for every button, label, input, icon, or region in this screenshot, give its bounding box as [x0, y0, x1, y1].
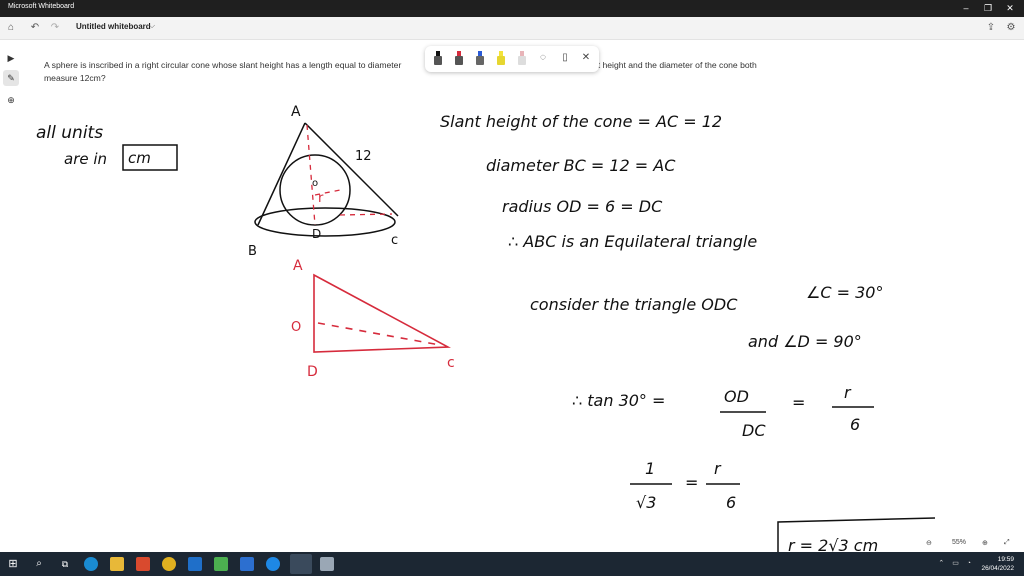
- browser-icon[interactable]: [266, 557, 280, 571]
- solution-line5b: ∠C = 30°: [806, 283, 883, 302]
- clock[interactable]: 19:59 26/04/2022: [981, 555, 1014, 573]
- equals-2: =: [685, 473, 698, 492]
- red-pen-icon[interactable]: [454, 51, 464, 67]
- search-icon[interactable]: ⌕: [32, 557, 46, 571]
- office-icon[interactable]: [136, 557, 150, 571]
- solution-line6: and ∠D = 90°: [748, 332, 862, 351]
- taskbar: ⊞ ⌕ ⧉ ⌃ ▭ ◔ 19:59 26/04/2022: [0, 552, 1024, 576]
- edge-icon[interactable]: [84, 557, 98, 571]
- store-icon[interactable]: [240, 557, 254, 571]
- frac2-numerator: r: [714, 459, 722, 478]
- solution-line4: ∴ ABC is an Equilateral triangle: [508, 232, 757, 251]
- fraction-bars: [630, 406, 936, 552]
- cone-red-lines: [306, 124, 393, 226]
- label-r: r: [318, 191, 324, 206]
- blue-pen-icon[interactable]: [475, 51, 485, 67]
- solution-line5a: consider the triangle ODC: [530, 295, 738, 314]
- fit-screen-icon[interactable]: ⤢: [1004, 539, 1010, 547]
- equals-1: =: [792, 393, 805, 412]
- cone-sides: [257, 122, 399, 226]
- lasso-icon[interactable]: ◌: [537, 52, 549, 63]
- tan-lhs: ∴ tan 30° =: [572, 391, 665, 410]
- units-box-text: cm: [128, 149, 151, 167]
- tan-numerator: OD: [724, 387, 749, 406]
- solution-line1: Slant height of the cone = AC = 12: [440, 112, 722, 131]
- red-label-o: O: [291, 320, 301, 335]
- clock-date: 26/04/2022: [981, 565, 1014, 572]
- zoom-in-icon[interactable]: ⊕: [982, 539, 988, 547]
- highlighter-icon[interactable]: [496, 51, 506, 67]
- solution-line2: diameter BC = 12 = AC: [486, 156, 676, 175]
- red-label-c: c: [447, 355, 455, 371]
- ruler-icon[interactable]: ▯: [559, 52, 571, 63]
- chrome-icon[interactable]: [162, 557, 176, 571]
- label-d: D: [312, 227, 321, 241]
- red-label-d: D: [307, 364, 318, 380]
- snip-icon[interactable]: [320, 557, 334, 571]
- zoom-bar: ⊖ 55% ⊕ ⤢: [920, 536, 1020, 552]
- inscribed-sphere: [279, 154, 351, 226]
- zoom-level: 55%: [952, 539, 967, 546]
- units-line2: are in: [64, 150, 107, 168]
- red-label-a: A: [293, 258, 303, 274]
- r-numerator: r: [844, 383, 852, 402]
- app-icon[interactable]: [214, 557, 228, 571]
- eraser-icon[interactable]: [517, 51, 527, 67]
- label-c: c: [391, 233, 398, 248]
- r-denominator: 6: [850, 415, 860, 434]
- ink-canvas[interactable]: all units are in cm A 12 o r B D c A O D…: [0, 0, 1024, 552]
- label-a: A: [291, 104, 301, 120]
- zoom-out-icon[interactable]: ⊖: [926, 539, 932, 547]
- cone-diagram: [254, 122, 399, 237]
- clock-time: 19:59: [997, 556, 1014, 563]
- start-icon[interactable]: ⊞: [6, 557, 20, 571]
- close-tray-icon[interactable]: ✕: [580, 52, 592, 63]
- black-pen-icon[interactable]: [433, 51, 443, 67]
- frac1-numerator: 1: [645, 459, 655, 478]
- label-12: 12: [355, 149, 372, 164]
- system-tray-icons[interactable]: ⌃ ▭ ◔: [938, 559, 974, 567]
- task-view-icon[interactable]: ⧉: [58, 557, 72, 571]
- file-explorer-icon[interactable]: [110, 557, 124, 571]
- whiteboard-taskbar-icon[interactable]: [290, 554, 312, 574]
- frac2-denominator: 6: [726, 493, 736, 512]
- frac1-denominator: √3: [636, 493, 656, 512]
- cone-base-ellipse: [254, 207, 396, 237]
- solution-line3: radius OD = 6 = DC: [502, 197, 663, 216]
- tan-denominator: DC: [742, 421, 766, 440]
- result-text: r = 2√3 cm: [788, 536, 878, 552]
- red-triangle: [313, 273, 451, 353]
- label-o: o: [312, 178, 318, 189]
- pen-tray: ◌ ▯ ✕: [425, 46, 599, 72]
- label-b: B: [248, 244, 257, 259]
- outlook-icon[interactable]: [188, 557, 202, 571]
- units-line1: all units: [36, 123, 103, 143]
